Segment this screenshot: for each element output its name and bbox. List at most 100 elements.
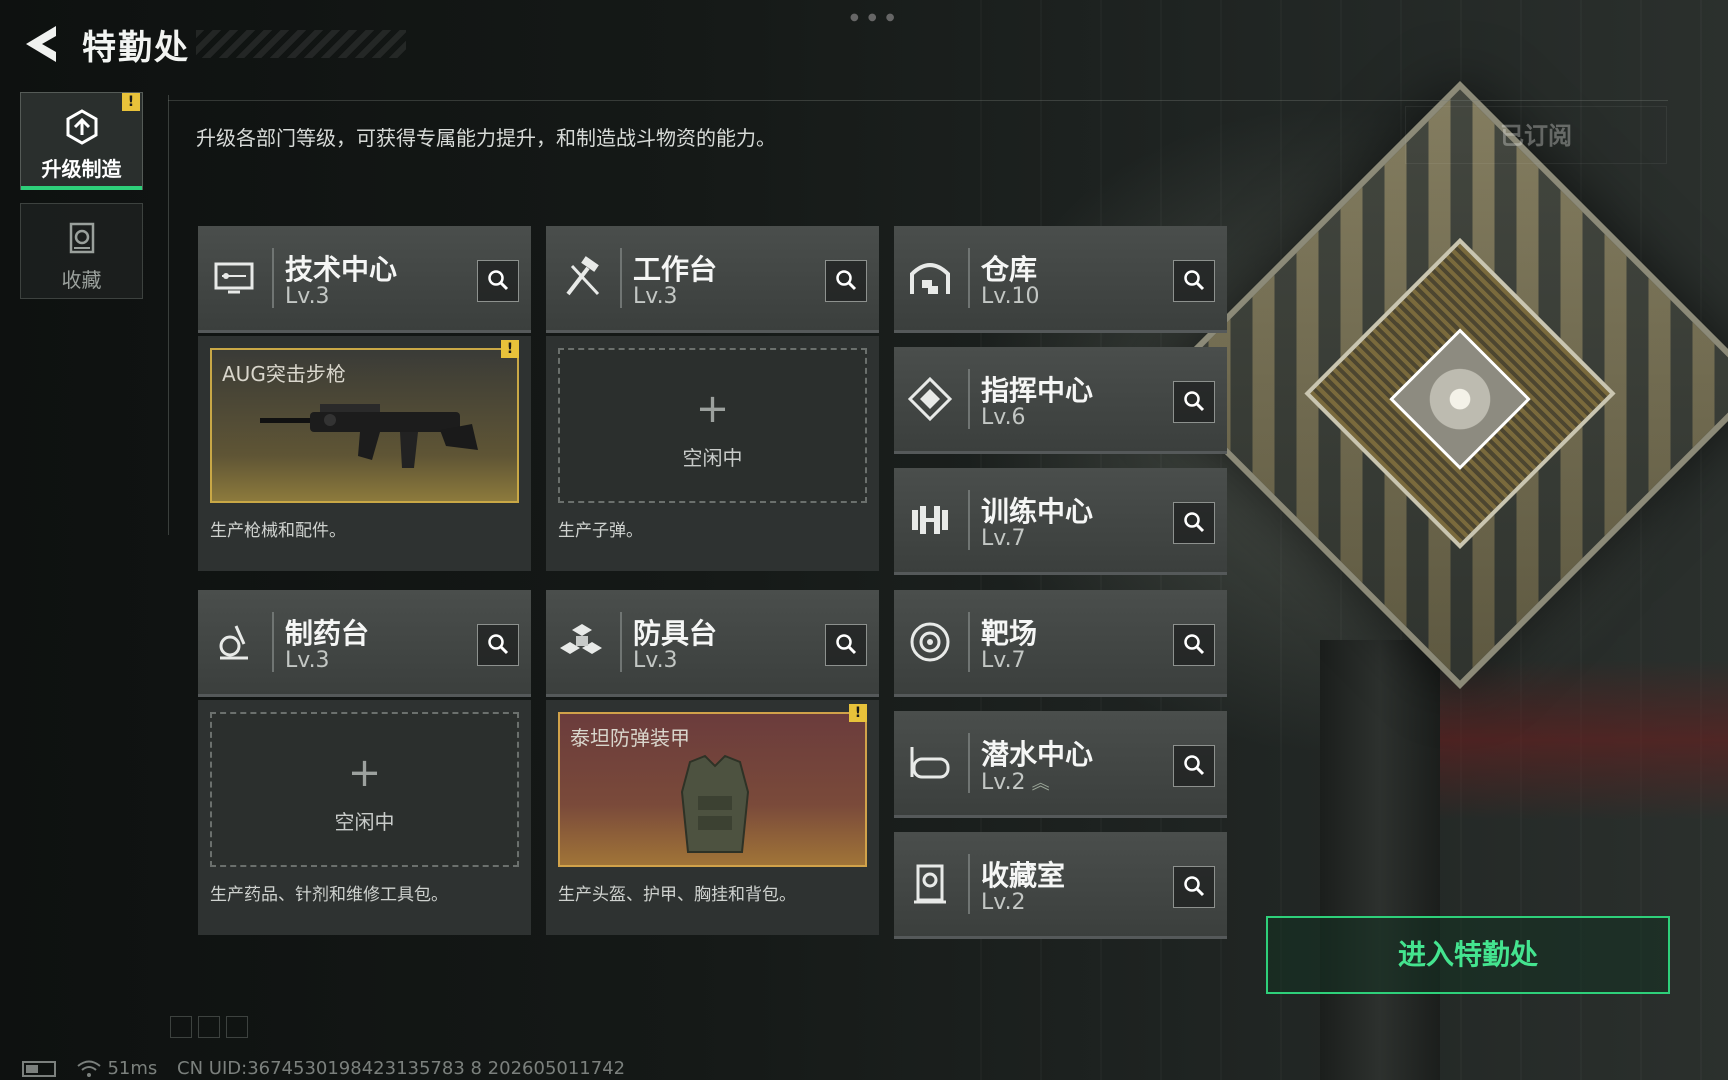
facility-name: 工作台 [633,253,718,286]
facility-name: 指挥中心 [981,374,1094,407]
production-slot-idle[interactable]: + 空闲中 [210,712,519,867]
pharmacy-icon [219,625,248,660]
back-arrow-icon [26,26,56,62]
nav-tab-collection[interactable]: 收藏 [20,203,143,299]
enter-button[interactable]: 进入特勤处 [1266,916,1670,994]
card-separator [968,369,970,429]
facility-name: 制药台 [285,617,370,650]
nav-tab-upgrade[interactable]: 升级制造 ! [20,92,143,190]
shooting-range-icon [910,622,950,662]
inspect-button[interactable] [1173,381,1215,423]
page-title: 特勤处 [82,28,190,68]
inspect-button[interactable] [477,624,519,666]
header-divider [168,100,1668,101]
top-handle: ● ● ● [850,12,898,23]
card-separator [968,612,970,672]
facility-card-warehouse[interactable]: 仓库 Lv.10 [894,226,1227,333]
facility-card-shooting-range[interactable]: 靶场 Lv.7 [894,590,1227,697]
page-description: 升级各部门等级，可获得专属能力提升，和制造战斗物资的能力。 [196,126,776,150]
card-separator [272,248,274,308]
card-separator [620,612,622,672]
facility-level: Lv.3 [633,648,678,673]
command-center-icon [907,376,953,422]
search-icon [1184,755,1205,776]
inspect-button[interactable] [477,260,519,302]
facility-description: 生产子弹。 [558,521,643,541]
facility-level: Lv.7 [981,526,1026,551]
facility-card-pharmacy[interactable]: 制药台 Lv.3 [198,590,531,697]
warehouse-icon [910,263,950,294]
production-item-name: AUG突击步枪 [222,362,346,386]
facility-description: 生产药品、针剂和维修工具包。 [210,885,448,905]
uid-label: CN UID:3674530198423135783 8 20260501174… [177,1058,626,1079]
facility-card-collection-room[interactable]: 收藏室 Lv.2 [894,832,1227,939]
warning-badge: ! [849,704,867,722]
nav-tab-collection-label: 收藏 [61,268,102,292]
warning-badge: ! [122,93,140,111]
inspect-button[interactable] [1173,502,1215,544]
background-pillar [1320,640,1440,1080]
facility-card-command-center[interactable]: 指挥中心 Lv.6 [894,347,1227,454]
search-icon [1184,270,1205,291]
facility-level: Lv.3 [633,284,678,309]
warning-badge: ! [501,340,519,358]
production-panel-tech-center: AUG突击步枪 ! 生产枪械和配件。 [198,336,531,571]
nav-divider [168,95,169,535]
production-slot-idle[interactable]: + 空闲中 [558,348,867,503]
production-panel-pharmacy: + 空闲中 生产药品、针剂和维修工具包。 [198,700,531,935]
facility-name: 收藏室 [981,859,1066,892]
facility-level: Lv.6 [981,405,1026,430]
facility-card-training-center[interactable]: 训练中心 Lv.7 [894,468,1227,575]
wifi-icon [77,1060,101,1077]
card-separator [968,733,970,793]
production-slot-active[interactable]: AUG突击步枪 [210,348,519,503]
diving-center-icon [910,747,950,779]
facility-card-armor-bench[interactable]: 防具台 Lv.3 [546,590,879,697]
inspect-button[interactable] [825,260,867,302]
inspect-button[interactable] [1173,260,1215,302]
facility-name: 靶场 [981,617,1038,650]
inspect-button[interactable] [1173,745,1215,787]
search-icon [488,634,509,655]
ping-label: 51ms [107,1058,158,1079]
training-center-icon [912,506,948,534]
back-button[interactable] [20,22,60,66]
facility-level: Lv.2 [981,890,1026,915]
inspect-button[interactable] [1173,624,1215,666]
inspect-button[interactable] [1173,866,1215,908]
collection-room-icon [914,864,946,904]
add-icon: + [347,750,382,796]
upgrade-icon [66,109,97,145]
production-panel-workbench: + 空闲中 生产子弹。 [546,336,879,571]
facility-card-tech-center[interactable]: 技术中心 Lv.3 [198,226,531,333]
card-separator [968,854,970,914]
facility-level-value: Lv.2 [981,770,1026,795]
search-icon [836,634,857,655]
facility-card-workbench[interactable]: 工作台 Lv.3 [546,226,879,333]
facility-description: 生产枪械和配件。 [210,521,346,541]
facility-level: Lv.3 [285,284,330,309]
facility-level: Lv.2 ︽ [981,769,1050,795]
add-icon: + [695,386,730,432]
production-slot-active[interactable]: 泰坦防弹装甲 [558,712,867,867]
search-icon [1184,876,1205,897]
idle-label: 空闲中 [334,810,395,834]
production-panel-armor-bench: 泰坦防弹装甲 ! 生产头盔、护甲、胸挂和背包。 [546,700,879,935]
facility-description: 生产头盔、护甲、胸挂和背包。 [558,885,796,905]
cube-inner-panel [1304,237,1616,550]
rifle-image [260,404,478,468]
card-separator [272,612,274,672]
facility-name: 训练中心 [981,495,1094,528]
workbench-icon [566,256,600,296]
cube-core [1389,328,1531,470]
facility-level: Lv.7 [981,648,1026,673]
bottom-decoration [170,1016,254,1042]
background-red-light [1440,660,1728,820]
inspect-button[interactable] [825,624,867,666]
subscribed-button[interactable]: 已订阅 [1405,106,1667,164]
card-separator [968,248,970,308]
search-icon [1184,634,1205,655]
facility-name: 技术中心 [285,253,398,286]
facility-name: 防具台 [633,617,718,650]
facility-card-diving-center[interactable]: 潜水中心 Lv.2 ︽ [894,711,1227,818]
